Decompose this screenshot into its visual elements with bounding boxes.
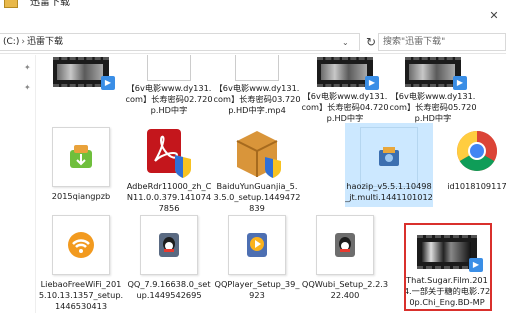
pin-icon[interactable]: ✦ xyxy=(24,84,32,92)
qq-icon xyxy=(140,215,198,275)
green-installer-icon xyxy=(52,127,110,187)
document-icon xyxy=(235,55,279,81)
file-name: BaiduYunGuanjia_5.3.5.0_setup.1449472839 xyxy=(213,181,301,213)
search-input[interactable] xyxy=(383,35,491,49)
title-bar: 迅雷下载 ✕ xyxy=(0,0,506,30)
navigation-pane: ✦ ✦ xyxy=(0,55,36,313)
file-name: LiebaoFreeWiFi_2015.10.13.1357_setup.144… xyxy=(38,279,124,311)
file-item[interactable]: ▶ 【6v电影www.dy131.com】长寿密码04.720p.HD中字 xyxy=(301,55,389,123)
close-icon[interactable]: ✕ xyxy=(488,10,500,22)
chevron-right-icon: › xyxy=(21,37,25,47)
file-name: QQPlayer_Setup_39_923 xyxy=(214,279,300,300)
video-thumb-icon: ▶ xyxy=(317,57,379,90)
file-item[interactable]: ▶ 【6v电影www.dy131.com】长寿密码05.720p.HD中字 xyxy=(389,55,477,123)
breadcrumb-drive[interactable]: (C:) xyxy=(3,37,19,47)
address-row: (C:) › 迅雷下载 ⌄ ↻ xyxy=(0,30,506,54)
search-box[interactable] xyxy=(378,33,506,51)
file-name: 2015qiangpzb xyxy=(51,191,111,201)
liebao-wifi-icon xyxy=(52,215,110,275)
qqplayer-icon xyxy=(228,215,286,275)
baidu-box-icon xyxy=(233,127,283,179)
file-item[interactable]: ▶ xyxy=(37,55,125,121)
file-name: 【6v电影www.dy131.com】长寿密码04.720p.HD中字 xyxy=(301,91,389,123)
file-name: 【6v电影www.dy131.com】长寿密码05.720p.HD中字 xyxy=(389,91,477,123)
qqwubi-icon xyxy=(316,215,374,275)
chrome-icon xyxy=(455,129,499,173)
file-item[interactable]: LiebaoFreeWiFi_2015.10.13.1357_setup.144… xyxy=(37,213,125,313)
file-name: QQWubi_Setup_2.2.322.400 xyxy=(301,279,389,300)
haozip-icon xyxy=(360,127,418,187)
refresh-icon[interactable]: ↻ xyxy=(364,35,378,49)
video-thumb-icon: ▶ xyxy=(53,57,115,90)
breadcrumb-folder[interactable]: 迅雷下载 xyxy=(27,37,63,47)
file-name: haozip_v5.5.1.10498_jt.multi.1441101012 xyxy=(345,181,433,202)
document-icon xyxy=(147,55,191,81)
file-name: 【6v电影www.dy131.com】长寿密码03.720p.HD中字.mp4 xyxy=(213,83,301,115)
file-name: AdbeRdr11000_zh_CN11.0.0.379.1410747856 xyxy=(126,181,212,213)
file-item[interactable]: id1018109117 xyxy=(433,125,506,209)
file-item[interactable]: AdbeRdr11000_zh_CN11.0.0.379.1410747856 xyxy=(125,125,213,213)
pin-icon[interactable]: ✦ xyxy=(24,64,32,72)
file-item[interactable]: QQ_7.9.16638.0_setup.1449542695 xyxy=(125,213,213,313)
file-name: 【6v电影www.dy131.com】长寿密码02.720p.HD中字 xyxy=(125,83,213,115)
file-item[interactable]: 【6v电影www.dy131.com】长寿密码03.720p.HD中字.mp4 xyxy=(213,55,301,121)
file-item[interactable]: BaiduYunGuanjia_5.3.5.0_setup.1449472839 xyxy=(213,125,301,213)
file-grid: ▶ 【6v电影www.dy131.com】长寿密码02.720p.HD中字 【6… xyxy=(37,55,506,313)
address-bar[interactable]: (C:) › 迅雷下载 ⌄ xyxy=(0,33,360,51)
file-item[interactable]: QQPlayer_Setup_39_923 xyxy=(213,213,301,313)
folder-icon xyxy=(4,0,18,8)
breadcrumb: (C:) › 迅雷下载 xyxy=(3,36,63,48)
file-item-selected[interactable]: haozip_v5.5.1.10498_jt.multi.1441101012 xyxy=(345,123,433,207)
window-title: 迅雷下载 xyxy=(30,0,70,8)
file-item[interactable]: 【6v电影www.dy131.com】长寿密码02.720p.HD中字 xyxy=(125,55,213,121)
file-name: id1018109117 xyxy=(447,181,506,191)
file-item[interactable]: 2015qiangpzb xyxy=(37,125,125,209)
adobe-reader-icon xyxy=(145,127,193,179)
video-thumb-icon: ▶ xyxy=(405,57,467,90)
highlight-box xyxy=(404,223,492,311)
file-name: QQ_7.9.16638.0_setup.1449542695 xyxy=(127,279,211,300)
file-item[interactable]: QQWubi_Setup_2.2.322.400 xyxy=(301,213,389,313)
chevron-down-icon[interactable]: ⌄ xyxy=(342,38,349,47)
